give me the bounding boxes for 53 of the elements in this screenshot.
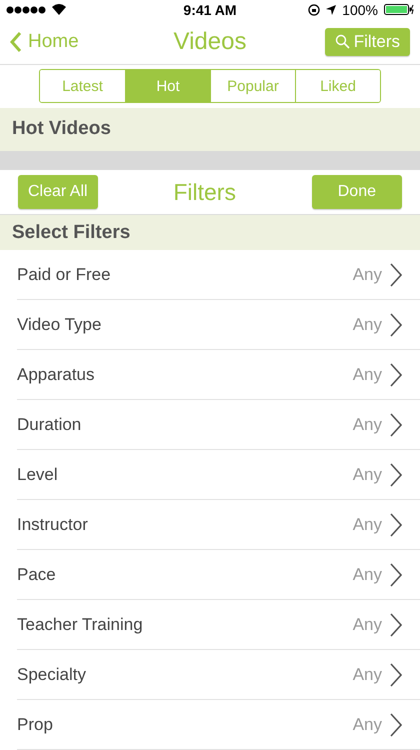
back-chevron-icon <box>10 30 22 53</box>
filter-value: Any <box>352 414 382 434</box>
filter-label: Level <box>17 464 58 484</box>
chevron-icon <box>390 612 402 636</box>
status-time: 9:41 AM <box>183 2 237 18</box>
section-header: Hot Videos <box>0 108 420 151</box>
filter-label: Apparatus <box>17 364 94 384</box>
filter-label: Prop <box>17 714 53 734</box>
filter-row[interactable]: Duration Any <box>17 400 420 450</box>
chevron-icon <box>390 312 402 336</box>
nav-title: Videos <box>174 28 246 56</box>
location-icon <box>326 4 336 15</box>
filter-row[interactable]: Level Any <box>17 450 420 500</box>
battery-icon <box>384 4 414 16</box>
chevron-icon <box>390 462 402 486</box>
filter-label: Duration <box>17 414 82 434</box>
filter-label: Paid or Free <box>17 264 111 284</box>
chevron-icon <box>390 412 402 436</box>
filter-label: Video Type <box>17 314 102 334</box>
chevron-icon <box>390 362 402 386</box>
filter-row[interactable]: Instructor Any <box>17 500 420 550</box>
filter-row[interactable]: Teacher Training Any <box>17 600 420 650</box>
filter-row[interactable]: Specialty Any <box>17 650 420 700</box>
filter-row[interactable]: Pace Any <box>17 550 420 600</box>
filter-value: Any <box>352 614 382 634</box>
filter-label: Instructor <box>17 514 88 534</box>
chevron-icon <box>390 512 402 536</box>
signal-icon <box>6 6 46 14</box>
filter-value: Any <box>352 314 382 334</box>
filter-label: Specialty <box>17 664 86 684</box>
filter-row[interactable]: Paid or Free Any <box>17 250 420 300</box>
filter-row[interactable]: Video Type Any <box>17 300 420 350</box>
battery-percent: 100% <box>342 2 378 18</box>
filter-value: Any <box>352 264 382 284</box>
chevron-icon <box>390 712 402 736</box>
filter-value: Any <box>352 664 382 684</box>
search-icon <box>334 34 350 50</box>
filter-row[interactable]: Apparatus Any <box>17 350 420 400</box>
lock-rotation-icon <box>308 4 320 16</box>
filter-value: Any <box>352 364 382 384</box>
filters-header: Select Filters <box>0 215 420 250</box>
filter-label: Teacher Training <box>17 614 143 634</box>
filter-label: Pace <box>17 564 56 584</box>
wifi-icon <box>52 4 66 16</box>
chevron-icon <box>390 662 402 686</box>
filter-value: Any <box>352 464 382 484</box>
filter-value: Any <box>352 714 382 734</box>
chevron-icon <box>390 262 402 286</box>
filters-title: Filters <box>173 178 236 206</box>
chevron-icon <box>390 562 402 586</box>
filter-value: Any <box>352 514 382 534</box>
filter-row[interactable]: Prop Any <box>17 700 420 750</box>
filter-value: Any <box>352 564 382 584</box>
